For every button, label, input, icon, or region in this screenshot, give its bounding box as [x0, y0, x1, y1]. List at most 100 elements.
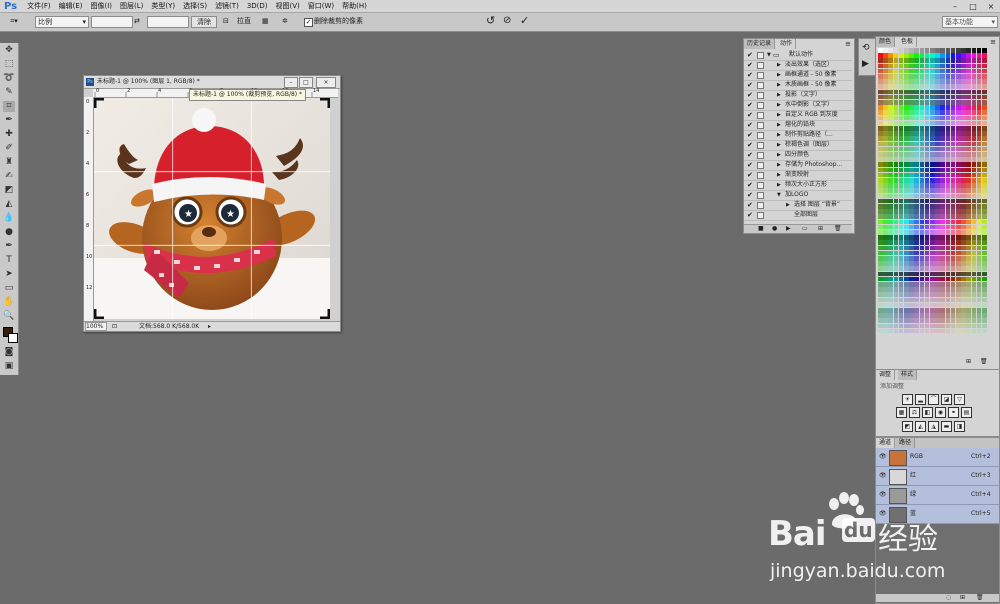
swatch[interactable]	[966, 68, 971, 74]
swatch[interactable]	[971, 146, 977, 152]
type-tool-icon[interactable]: T	[3, 255, 15, 266]
swatch[interactable]	[904, 146, 909, 152]
swatch[interactable]	[971, 193, 977, 199]
swatch[interactable]	[945, 146, 951, 152]
check-icon[interactable]: ✔	[747, 70, 755, 80]
swatch[interactable]	[888, 146, 893, 152]
doc-maximize-button[interactable]: □	[299, 77, 313, 88]
swatch[interactable]	[966, 292, 971, 297]
swatch[interactable]	[914, 235, 919, 240]
swatch[interactable]	[940, 297, 945, 303]
dialog-toggle[interactable]	[757, 72, 764, 79]
swatch[interactable]	[930, 131, 935, 136]
swatch[interactable]	[924, 105, 930, 110]
menu-window[interactable]: 窗口(W)	[304, 1, 338, 11]
swatch[interactable]	[956, 146, 961, 152]
swatch[interactable]	[956, 162, 961, 167]
swatch[interactable]	[966, 162, 971, 167]
swatch[interactable]	[888, 282, 893, 287]
swatch[interactable]	[919, 74, 925, 79]
swatch[interactable]	[971, 172, 977, 178]
swatch[interactable]	[930, 230, 935, 235]
swatch[interactable]	[909, 276, 914, 282]
swatch[interactable]	[914, 157, 919, 162]
swatch[interactable]	[898, 230, 904, 235]
swatch[interactable]	[888, 209, 893, 214]
swatch[interactable]	[904, 313, 909, 318]
swatch[interactable]	[971, 157, 977, 162]
swatch[interactable]	[904, 250, 909, 256]
swatch[interactable]	[940, 256, 945, 261]
swatch[interactable]	[950, 131, 956, 136]
swatch[interactable]	[945, 193, 951, 199]
swatch[interactable]	[930, 308, 935, 313]
swatch[interactable]	[914, 214, 919, 219]
swatch[interactable]	[945, 287, 951, 292]
swatch[interactable]	[976, 68, 982, 74]
swatch[interactable]	[924, 230, 930, 235]
swatch[interactable]	[909, 271, 914, 277]
swatch[interactable]	[883, 105, 888, 110]
swatch[interactable]	[935, 198, 940, 204]
black-white-icon[interactable]: ◧	[922, 407, 933, 418]
swatch[interactable]	[982, 89, 987, 95]
swatch[interactable]	[883, 323, 888, 329]
swatch[interactable]	[904, 282, 909, 287]
swatch[interactable]	[966, 58, 971, 63]
swatch[interactable]	[930, 68, 935, 74]
swatch[interactable]	[945, 204, 951, 209]
swatch[interactable]	[919, 209, 925, 214]
swatch[interactable]	[971, 276, 977, 282]
swatch[interactable]	[878, 193, 883, 199]
swatch[interactable]	[971, 292, 977, 297]
tab-adjustments[interactable]: 调整	[876, 370, 896, 380]
swatch[interactable]	[950, 157, 956, 162]
swatch[interactable]	[883, 214, 888, 219]
swatch[interactable]	[940, 287, 945, 292]
swatch[interactable]	[956, 261, 961, 266]
swatch[interactable]	[919, 141, 925, 147]
swatch[interactable]	[893, 193, 899, 199]
swatch[interactable]	[982, 157, 987, 162]
swatch[interactable]	[950, 230, 956, 235]
swatch[interactable]	[878, 167, 883, 173]
status-arrow-icon[interactable]: ▸	[208, 322, 211, 331]
swatch[interactable]	[982, 230, 987, 235]
swatch[interactable]	[961, 89, 966, 95]
photo-filter-icon[interactable]: ◉	[935, 407, 946, 418]
swatch[interactable]	[914, 63, 919, 69]
swatch[interactable]	[971, 94, 977, 100]
swatch[interactable]	[956, 193, 961, 199]
swatch[interactable]	[950, 115, 956, 121]
swatch[interactable]	[940, 292, 945, 297]
swatch[interactable]	[935, 287, 940, 292]
swatch[interactable]	[914, 120, 919, 126]
swatch[interactable]	[976, 271, 982, 277]
chevron-right-icon[interactable]: ▶	[777, 80, 781, 90]
swatch[interactable]	[966, 157, 971, 162]
swatch[interactable]	[919, 167, 925, 173]
straighten-label[interactable]: 拉直	[237, 16, 251, 26]
swatch[interactable]	[956, 224, 961, 230]
swatch[interactable]	[909, 209, 914, 214]
swatch[interactable]	[956, 178, 961, 183]
swatch[interactable]	[935, 193, 940, 199]
swatch[interactable]	[982, 63, 987, 69]
swatch[interactable]	[898, 162, 904, 167]
swatch[interactable]	[914, 256, 919, 261]
swatch[interactable]	[914, 282, 919, 287]
swatch[interactable]	[904, 79, 909, 84]
swatch[interactable]	[935, 271, 940, 277]
swatch[interactable]	[935, 209, 940, 214]
swatch[interactable]	[982, 162, 987, 167]
swatch[interactable]	[956, 94, 961, 100]
swatch[interactable]	[883, 58, 888, 63]
swatch[interactable]	[940, 271, 945, 277]
swatch[interactable]	[893, 276, 899, 282]
swatch[interactable]	[893, 318, 899, 323]
swatch[interactable]	[893, 115, 899, 121]
swatch[interactable]	[898, 157, 904, 162]
swatch[interactable]	[940, 198, 945, 204]
swatch[interactable]	[945, 297, 951, 303]
swatch[interactable]	[914, 84, 919, 89]
